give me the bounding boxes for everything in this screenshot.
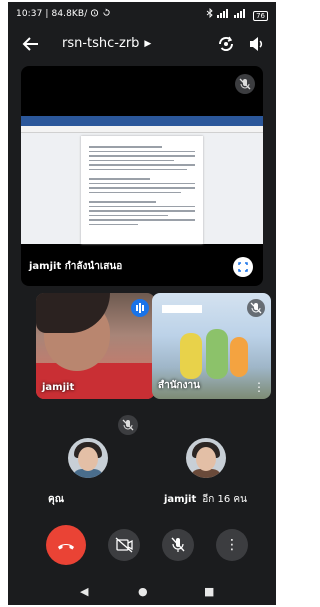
chevron-right-icon: ▶	[144, 39, 152, 49]
nav-back-icon[interactable]: ◀	[80, 585, 88, 598]
meeting-code: rsn-tshc-zrb	[62, 36, 140, 51]
mic-off-icon	[122, 419, 134, 431]
others-label[interactable]: jamjit อีก 16 คน	[164, 492, 247, 507]
participant-name: jamjit	[164, 494, 197, 505]
alarm-clock-icon	[91, 9, 99, 17]
bluetooth-icon	[207, 7, 214, 19]
signal-icon	[217, 9, 229, 18]
sync-icon	[103, 8, 110, 16]
word-toolbar	[21, 126, 263, 133]
participant-tile[interactable]: สำนักงาน ⋮	[152, 293, 271, 399]
meet-screen: 10:37 | 84.8KB/ 76 rsn-tshc-zrb ▶ jamjit…	[8, 2, 276, 605]
nav-home-icon[interactable]: ●	[138, 585, 148, 598]
avatar[interactable]	[68, 438, 108, 478]
presentation-tile[interactable]: jamjit กำลังนำเสนอ	[21, 66, 263, 286]
more-vertical-icon[interactable]: ⋮	[253, 381, 265, 393]
camera-toggle-button[interactable]	[108, 529, 140, 561]
document-page	[81, 136, 203, 244]
fullscreen-icon	[238, 262, 248, 272]
mic-off-icon	[239, 78, 251, 90]
active-speaker-indicator	[131, 299, 149, 317]
mic-off-icon	[250, 302, 262, 314]
end-call-button[interactable]	[46, 525, 86, 565]
end-call-icon	[58, 544, 74, 550]
participant-name: สำนักงาน	[158, 380, 200, 391]
status-bar: 10:37 | 84.8KB/ 76	[8, 2, 276, 24]
more-vertical-icon: ⋮	[225, 537, 239, 553]
self-label: คุณ	[48, 494, 64, 505]
signal-icon	[234, 9, 246, 18]
speaking-icon	[136, 303, 144, 313]
system-nav-bar: ◀ ● ■	[8, 580, 276, 605]
more-options-button[interactable]: ⋮	[216, 529, 248, 561]
participant-mute-indicator	[247, 299, 265, 317]
meeting-header: rsn-tshc-zrb ▶	[8, 28, 276, 62]
speaker-icon[interactable]	[248, 35, 266, 53]
participant-name: jamjit	[42, 382, 75, 393]
participant-video	[180, 333, 202, 379]
presenter-mute-indicator	[235, 74, 255, 94]
more-participants-count: อีก 16 คน	[202, 494, 247, 505]
switch-camera-icon[interactable]	[216, 34, 236, 54]
avatar[interactable]	[186, 438, 226, 478]
camera-off-icon	[115, 537, 133, 553]
presenter-label: jamjit กำลังนำเสนอ	[29, 261, 123, 272]
call-controls: ⋮	[8, 525, 276, 571]
meeting-code-button[interactable]: rsn-tshc-zrb ▶	[62, 36, 151, 51]
self-mute-indicator	[118, 415, 138, 435]
fullscreen-button[interactable]	[233, 257, 253, 277]
status-time-network: 10:37 | 84.8KB/	[16, 9, 88, 19]
battery-indicator: 76	[253, 11, 268, 21]
mic-off-icon	[171, 537, 185, 552]
nav-recents-icon[interactable]: ■	[204, 585, 214, 598]
word-ribbon	[21, 116, 263, 126]
back-arrow-icon[interactable]	[22, 35, 40, 53]
participant-tile[interactable]: jamjit	[36, 293, 155, 399]
shared-document-screen	[21, 116, 263, 244]
mic-toggle-button[interactable]	[162, 529, 194, 561]
